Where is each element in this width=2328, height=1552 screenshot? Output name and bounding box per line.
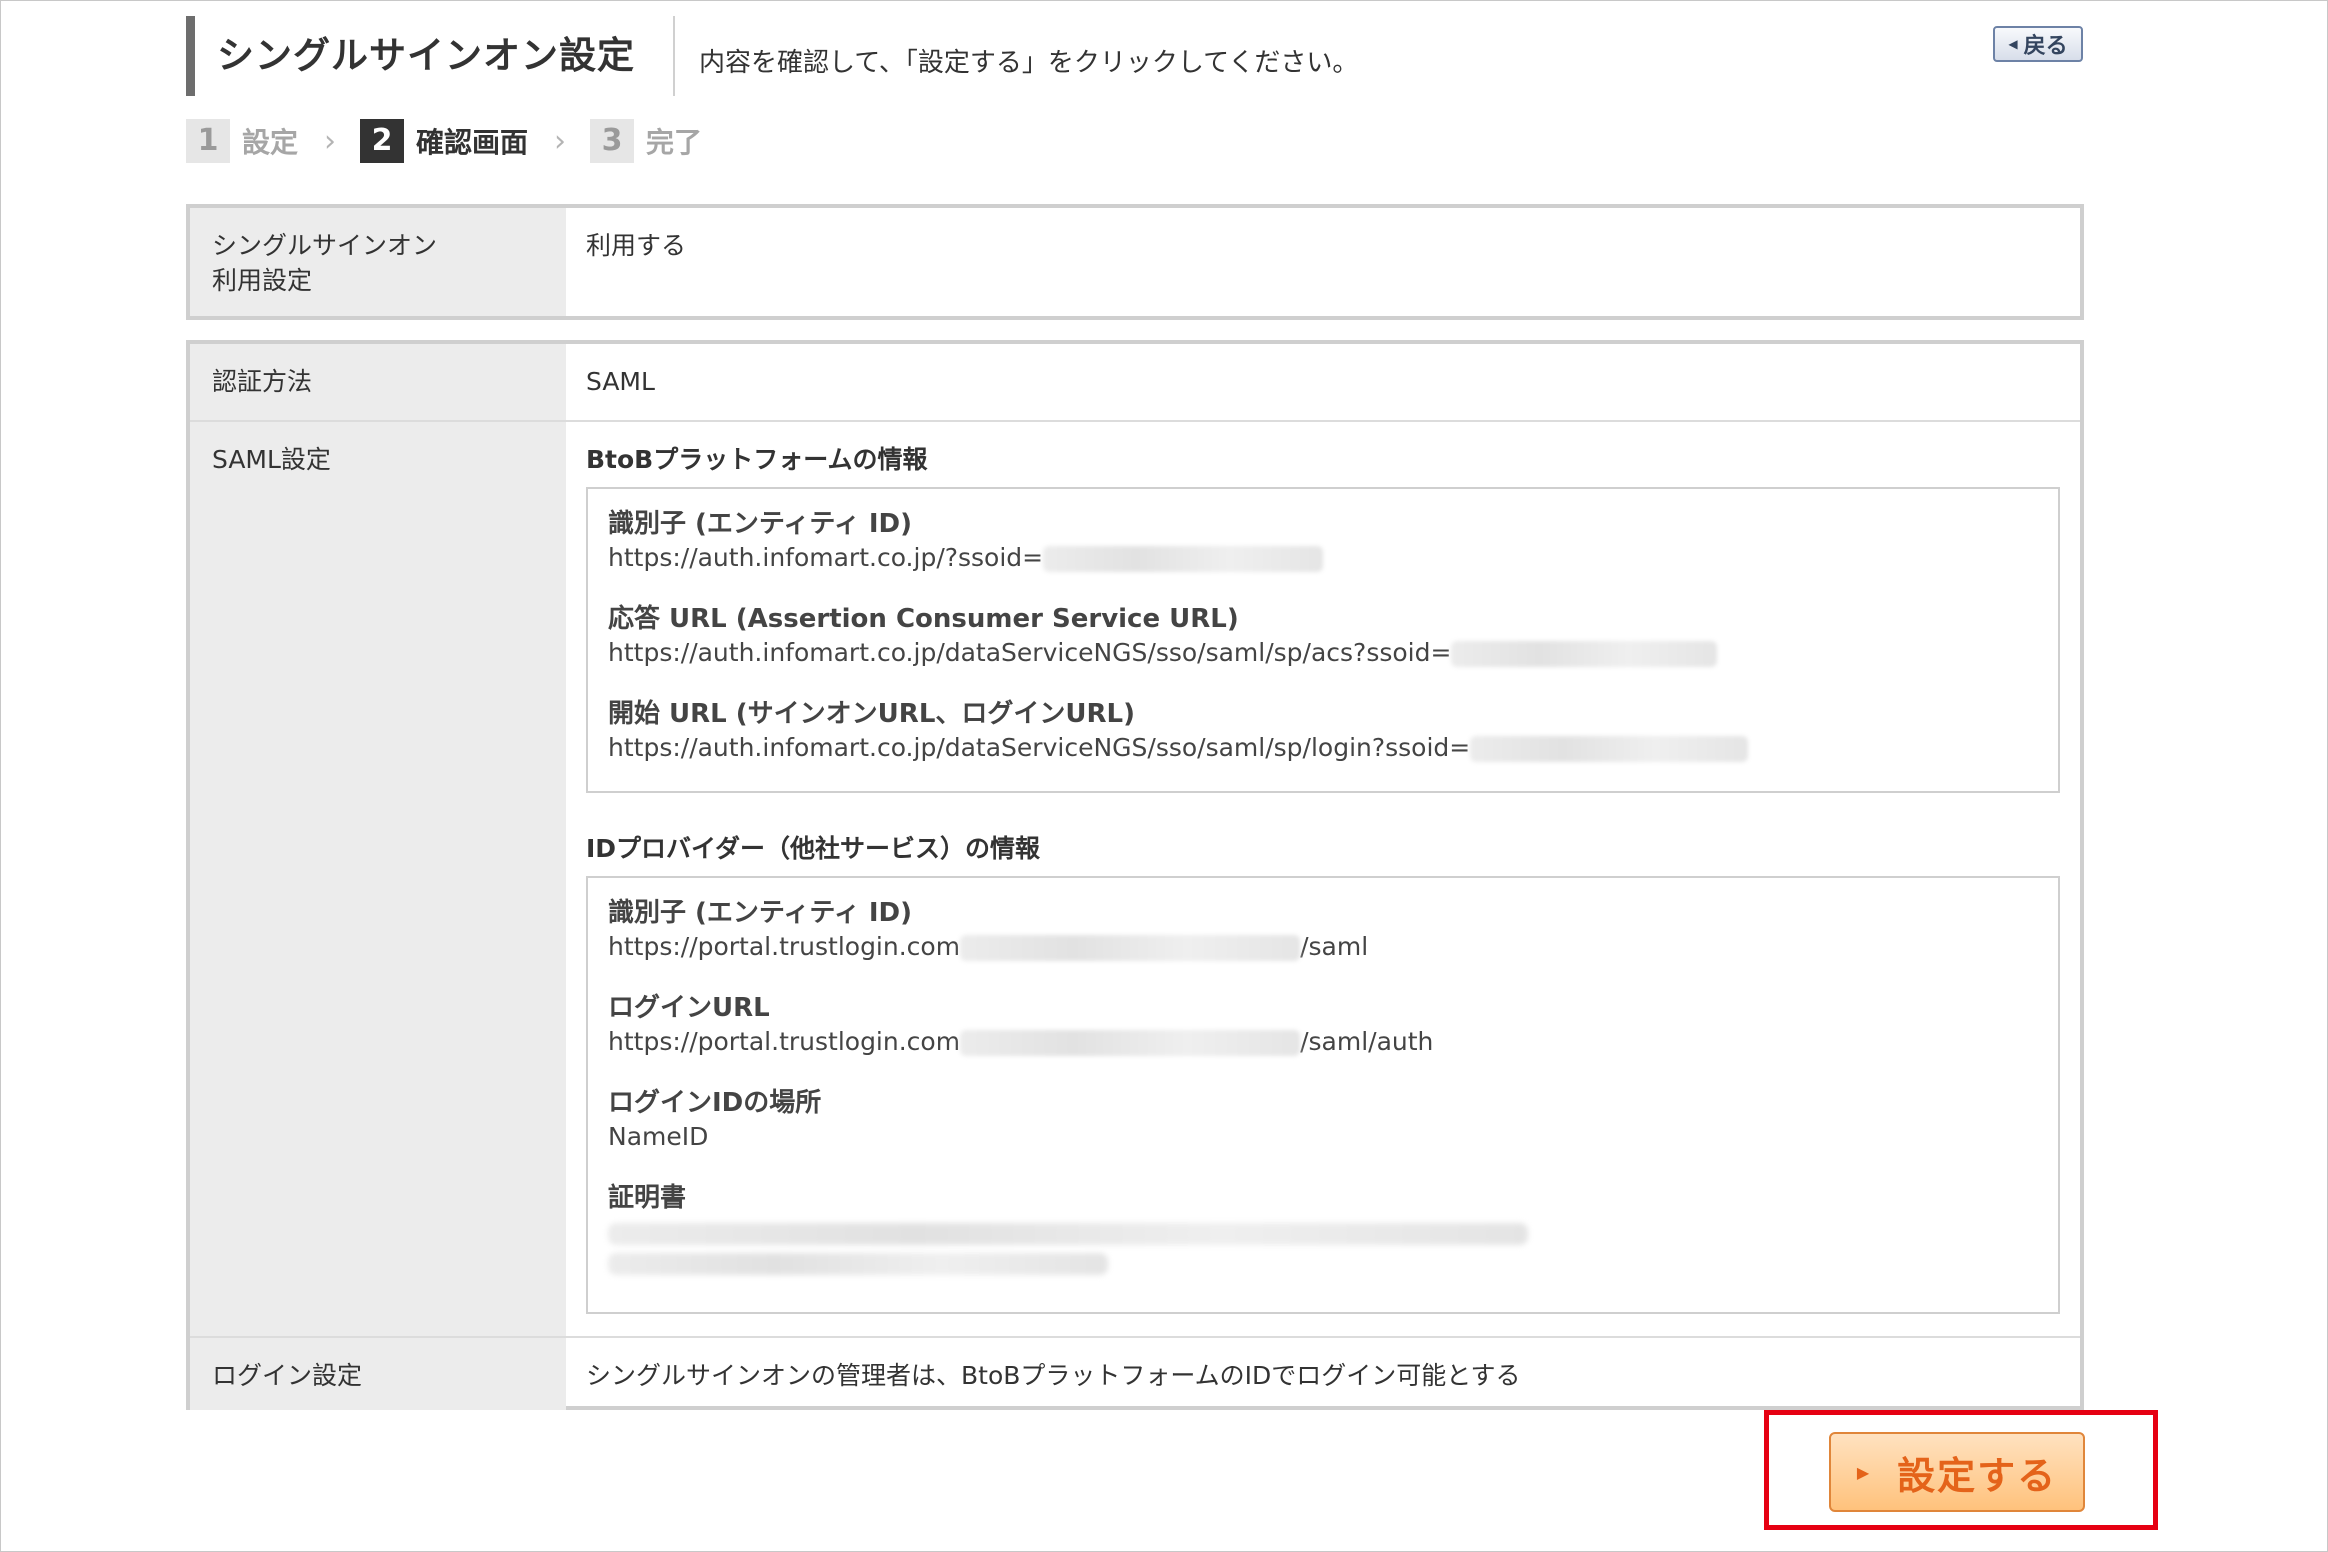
item-label: ログインURL bbox=[608, 993, 770, 1023]
item-value: https://auth.infomart.co.jp/dataServiceN… bbox=[608, 731, 2038, 765]
step-confirm: 2 確認画面 bbox=[360, 119, 528, 163]
btob-acs-url: 応答 URL (Assertion Consumer Service URL) … bbox=[608, 602, 2038, 670]
idp-login-url: ログインURL https://portal.trustlogin.com/sa… bbox=[608, 991, 2038, 1059]
url-text: https://auth.infomart.co.jp/?ssoid= bbox=[608, 543, 1044, 572]
step-number: 1 bbox=[186, 119, 230, 163]
item-label: 識別子 (エンティティ ID) bbox=[608, 898, 913, 928]
item-label: ログインIDの場所 bbox=[608, 1088, 822, 1118]
sso-usage-value: 利用する bbox=[586, 231, 687, 260]
auth-method-label: 認証方法 bbox=[190, 344, 566, 420]
item-value: NameID bbox=[608, 1122, 709, 1151]
play-arrow-icon: ▶ bbox=[1856, 1462, 1870, 1482]
table-row: ログイン設定 シングルサインオンの管理者は、BtoBプラットフォームのIDでログ… bbox=[190, 1336, 2080, 1410]
page-instruction: 内容を確認して、「設定する」をクリックしてください。 bbox=[699, 47, 1359, 78]
sso-usage-label: シングルサインオン 利用設定 bbox=[190, 208, 566, 316]
url-text: https://portal.trustlogin.com bbox=[608, 1027, 961, 1056]
redacted-value bbox=[960, 935, 1301, 961]
url-text: https://auth.infomart.co.jp/dataServiceN… bbox=[608, 733, 1471, 762]
page-header: シングルサインオン設定 内容を確認して、「設定する」をクリックしてください。 bbox=[186, 16, 1358, 96]
submit-button[interactable]: ▶ 設定する bbox=[1829, 1432, 2085, 1512]
btob-section-title: BtoBプラットフォームの情報 bbox=[586, 445, 928, 474]
sso-usage-table: シングルサインオン 利用設定 利用する bbox=[186, 204, 2084, 320]
redacted-value bbox=[1451, 641, 1718, 667]
item-value: https://auth.infomart.co.jp/?ssoid= bbox=[608, 541, 2038, 575]
chevron-right-icon: › bbox=[554, 123, 567, 159]
redacted-certificate bbox=[608, 1253, 1108, 1275]
login-setting-value: シングルサインオンの管理者は、BtoBプラットフォームのIDでログイン可能とする bbox=[586, 1361, 1521, 1390]
item-label: 識別子 (エンティティ ID) bbox=[608, 509, 913, 539]
step-number: 3 bbox=[590, 119, 635, 163]
redacted-value bbox=[1470, 736, 1749, 762]
back-button[interactable]: ◀ 戻る bbox=[1993, 26, 2083, 62]
step-label: 完了 bbox=[646, 126, 703, 159]
idp-login-id-location: ログインIDの場所 NameID bbox=[608, 1086, 2038, 1154]
table-row: 認証方法 SAML bbox=[190, 344, 2080, 420]
item-label: 開始 URL (サインオンURL、ログインURL) bbox=[608, 699, 1135, 729]
item-value: https://auth.infomart.co.jp/dataServiceN… bbox=[608, 636, 2038, 670]
url-suffix: /saml bbox=[1300, 932, 1369, 961]
label-line: 利用設定 bbox=[212, 266, 313, 295]
item-label: 証明書 bbox=[608, 1183, 687, 1213]
step-complete: 3 完了 bbox=[590, 119, 702, 163]
btob-login-url: 開始 URL (サインオンURL、ログインURL) https://auth.i… bbox=[608, 697, 2038, 765]
redacted-certificate bbox=[608, 1223, 1528, 1245]
table-row: シングルサインオン 利用設定 利用する bbox=[190, 208, 2080, 316]
url-text: https://auth.infomart.co.jp/dataServiceN… bbox=[608, 638, 1452, 667]
back-button-label: 戻る bbox=[2023, 34, 2068, 59]
item-value: https://portal.trustlogin.com/saml/auth bbox=[608, 1025, 2038, 1059]
table-row: SAML設定 BtoBプラットフォームの情報 識別子 (エンティティ ID) h… bbox=[190, 420, 2080, 1336]
idp-certificate: 証明書 bbox=[608, 1181, 2038, 1275]
page-title: シングルサインオン設定 bbox=[195, 16, 675, 96]
idp-entity-id: 識別子 (エンティティ ID) https://portal.trustlogi… bbox=[608, 896, 2038, 964]
idp-info-box: 識別子 (エンティティ ID) https://portal.trustlogi… bbox=[586, 876, 2060, 1314]
step-number: 2 bbox=[360, 119, 405, 163]
login-setting-label: ログイン設定 bbox=[190, 1338, 566, 1410]
btob-entity-id: 識別子 (エンティティ ID) https://auth.infomart.co… bbox=[608, 507, 2038, 575]
saml-settings-value: BtoBプラットフォームの情報 識別子 (エンティティ ID) https://… bbox=[566, 422, 2080, 1336]
step-label: 設定 bbox=[242, 126, 299, 159]
redacted-value bbox=[1043, 546, 1324, 572]
item-value: https://portal.trustlogin.com/saml bbox=[608, 930, 2038, 964]
auth-method-value: SAML bbox=[586, 367, 655, 396]
step-settings: 1 設定 bbox=[186, 119, 298, 163]
url-text: https://portal.trustlogin.com bbox=[608, 932, 961, 961]
idp-section-title: IDプロバイダー（他社サービス）の情報 bbox=[586, 834, 1041, 863]
step-label: 確認画面 bbox=[416, 126, 529, 159]
sso-detail-table: 認証方法 SAML SAML設定 BtoBプラットフォームの情報 識別子 (エン… bbox=[186, 340, 2084, 1410]
btob-info-box: 識別子 (エンティティ ID) https://auth.infomart.co… bbox=[586, 487, 2060, 793]
progress-steps: 1 設定 › 2 確認画面 › 3 完了 bbox=[186, 118, 702, 164]
submit-button-label: 設定する bbox=[1897, 1453, 2058, 1498]
redacted-value bbox=[960, 1030, 1301, 1056]
url-suffix: /saml/auth bbox=[1300, 1027, 1434, 1056]
chevron-right-icon: › bbox=[324, 123, 337, 159]
label-line: シングルサインオン bbox=[212, 231, 438, 260]
item-label: 応答 URL (Assertion Consumer Service URL) bbox=[608, 604, 1239, 634]
saml-settings-label: SAML設定 bbox=[190, 422, 566, 1336]
back-arrow-icon: ◀ bbox=[2008, 37, 2018, 51]
